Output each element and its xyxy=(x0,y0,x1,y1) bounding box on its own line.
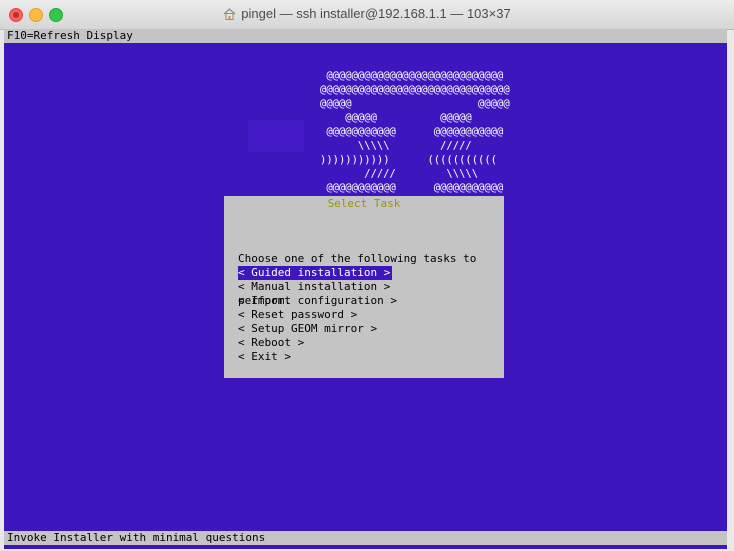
menu-item-guided-installation[interactable]: < Guided installation > xyxy=(238,266,393,280)
title-bar[interactable]: pingel — ssh installer@192.168.1.1 — 103… xyxy=(0,0,734,30)
menu-item-reboot[interactable]: < Reboot > xyxy=(238,336,397,350)
terminal-screen[interactable]: F10=Refresh Display @@@@@@@@@@@@@@@@@@@@… xyxy=(4,29,727,549)
menu-item-exit[interactable]: < Exit > xyxy=(238,350,397,364)
home-icon xyxy=(223,8,236,23)
status-bar: Invoke Installer with minimal questions xyxy=(4,531,727,545)
dialog-prompt-line-1: Choose one of the following tasks to xyxy=(238,252,477,265)
window-title-text: pingel — ssh installer@192.168.1.1 — 103… xyxy=(241,6,511,21)
menu-item-reset-password[interactable]: < Reset password > xyxy=(238,308,397,322)
select-task-dialog: Select Task Choose one of the following … xyxy=(224,196,504,378)
menu-item-manual-installation[interactable]: < Manual installation > xyxy=(238,280,397,294)
menu-item-import-configuration[interactable]: < Import configuration > xyxy=(238,294,397,308)
dialog-title: Select Task xyxy=(327,197,401,210)
task-menu: < Guided installation > < Manual install… xyxy=(238,266,397,364)
menu-item-setup-geom-mirror[interactable]: < Setup GEOM mirror > xyxy=(238,322,397,336)
background-artifact xyxy=(248,120,304,152)
terminal-window: pingel — ssh installer@192.168.1.1 — 103… xyxy=(0,0,734,551)
window-title: pingel — ssh installer@192.168.1.1 — 103… xyxy=(0,6,734,23)
function-key-bar: F10=Refresh Display xyxy=(4,29,727,43)
